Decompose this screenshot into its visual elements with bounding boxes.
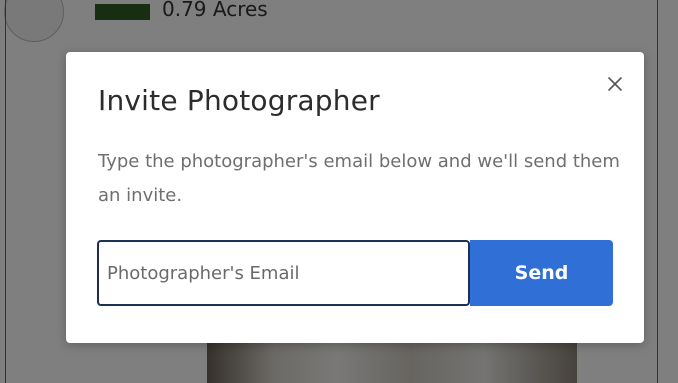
send-button[interactable]: Send — [470, 240, 613, 306]
modal-description: Type the photographer's email below and … — [98, 151, 620, 206]
invite-photographer-modal: Invite Photographer Type the photographe… — [66, 52, 644, 343]
modal-title: Invite Photographer — [98, 84, 380, 117]
invite-form: Send — [97, 240, 613, 306]
close-icon[interactable] — [603, 72, 627, 96]
photographer-email-input[interactable] — [97, 240, 470, 306]
page: 0.79 Acres Invite Photographer Type the … — [0, 0, 678, 383]
